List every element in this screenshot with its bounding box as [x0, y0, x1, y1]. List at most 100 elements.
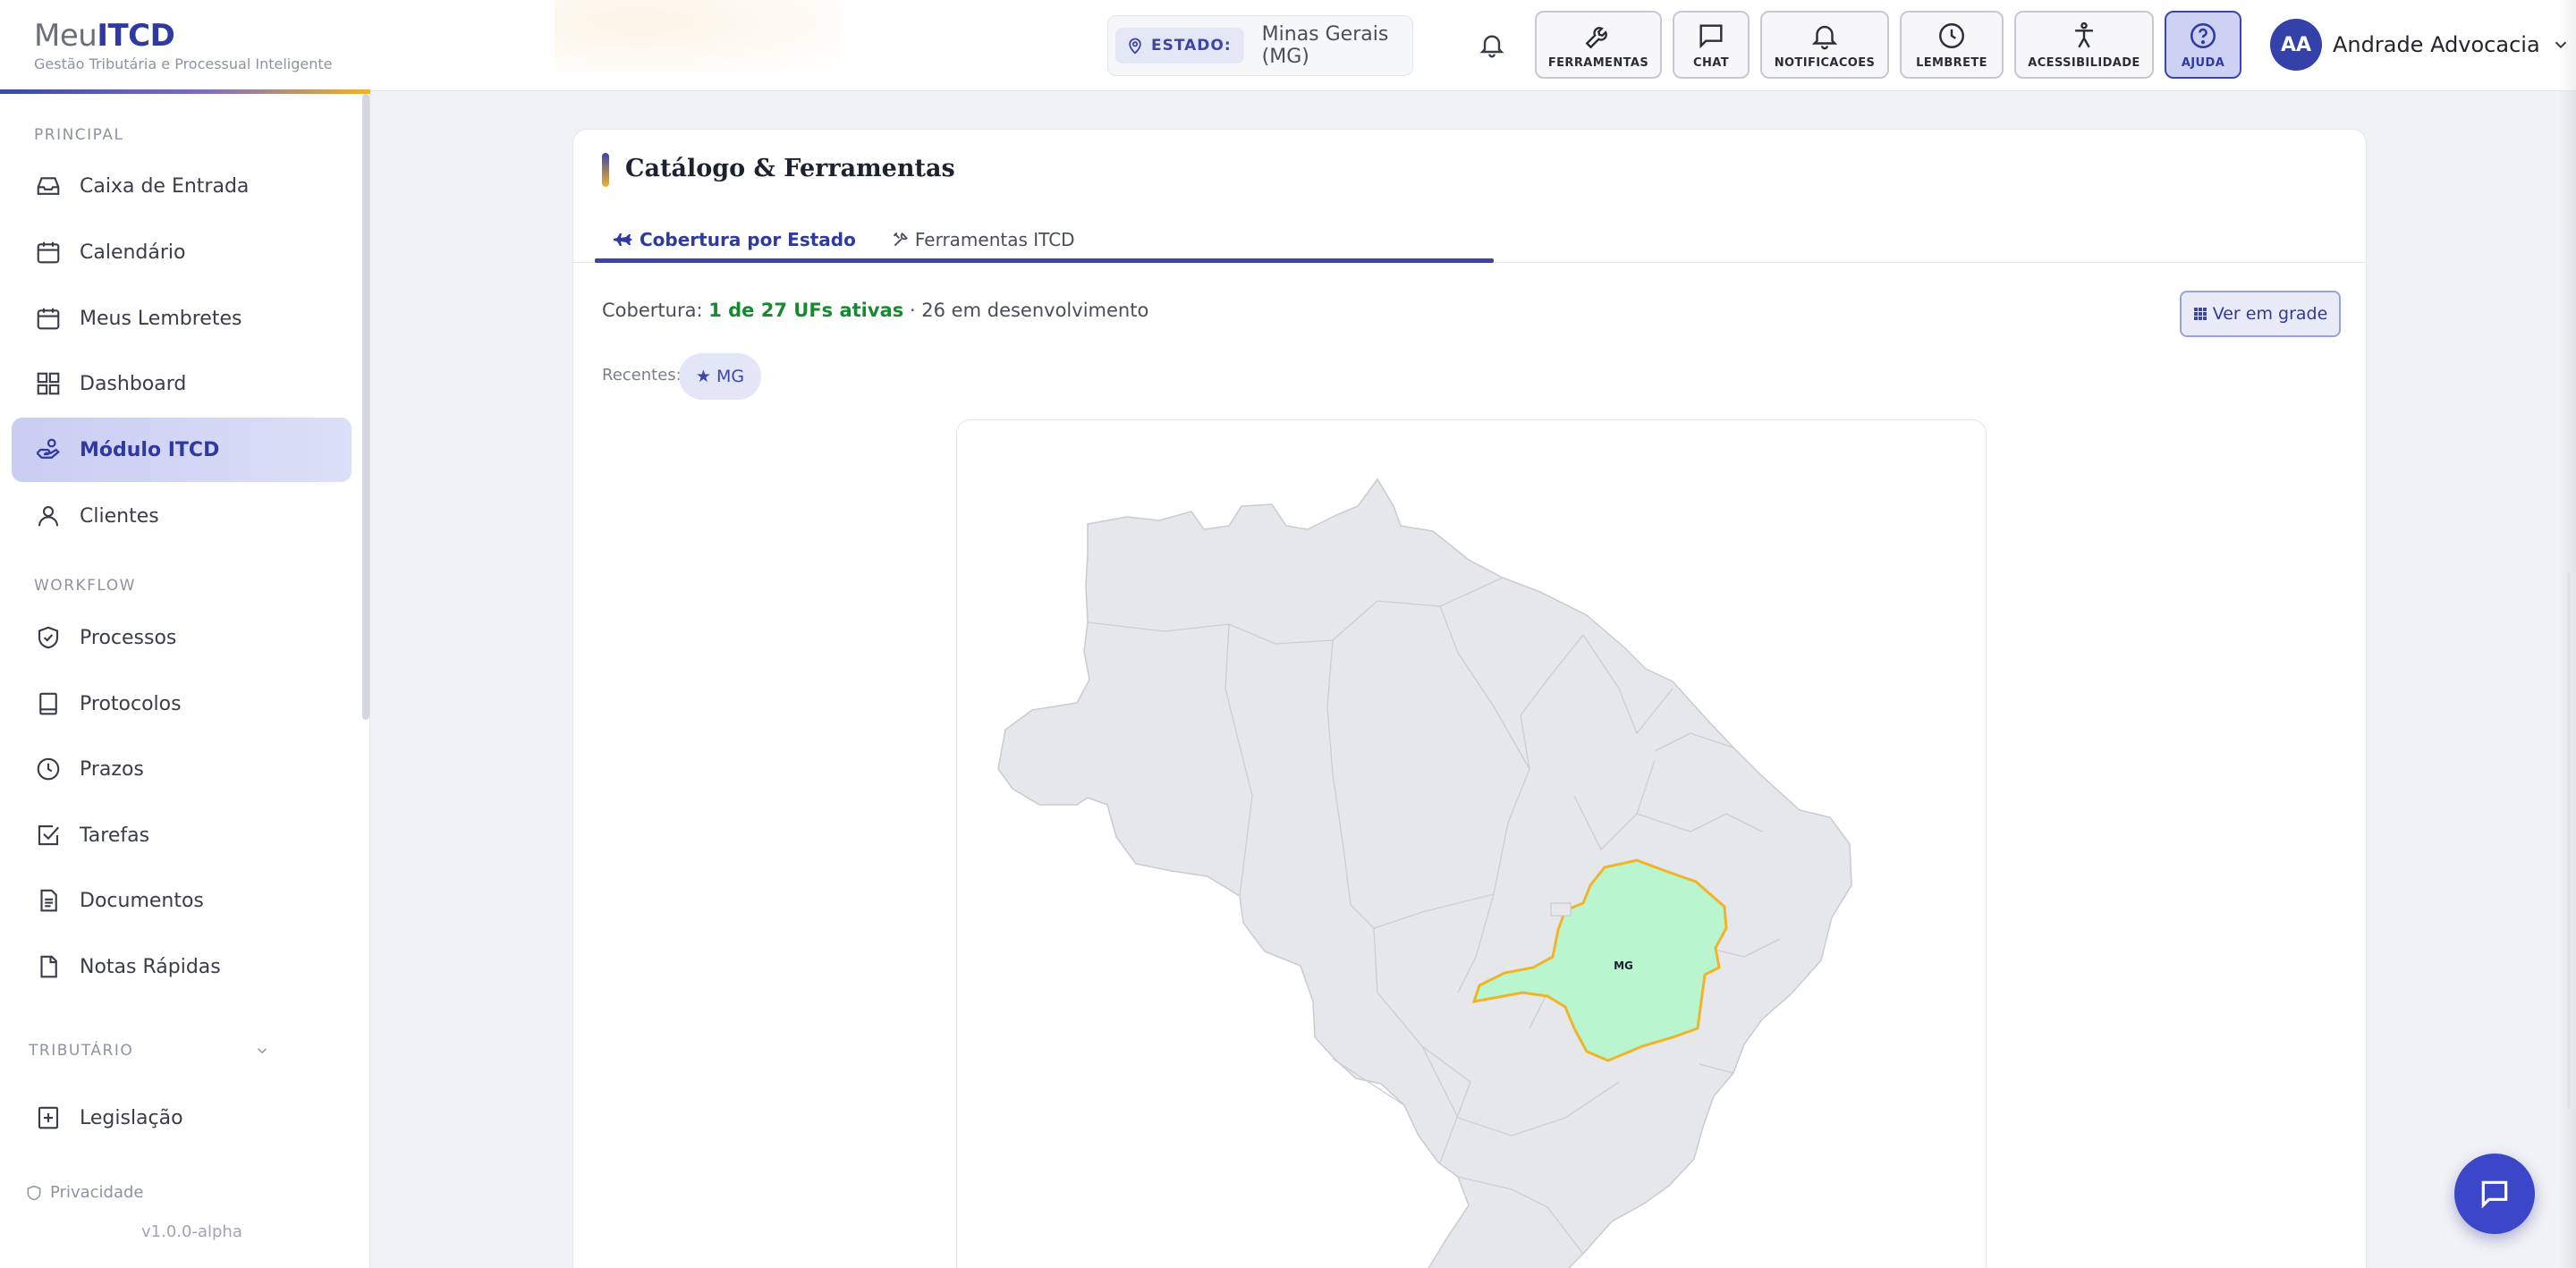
bell-icon: [1479, 35, 1504, 58]
sidebar-item-label: Meus Lembretes: [80, 307, 242, 330]
reminder-label: LEMBRETE: [1916, 55, 1987, 70]
user-icon: [38, 505, 59, 527]
recent-label: Recentes:: [602, 366, 682, 385]
privacy-link[interactable]: Privacidade: [25, 1183, 143, 1202]
chat-icon: [1699, 23, 1723, 48]
map-inactive-states: [997, 478, 1852, 1268]
tab-coverage-by-state[interactable]: Cobertura por Estado: [595, 217, 874, 262]
coverage-prefix: Cobertura:: [602, 300, 703, 321]
sidebar-item-clients[interactable]: Clientes: [12, 484, 352, 548]
sidebar-item-processes[interactable]: Processos: [12, 605, 352, 670]
map-state-df: [1550, 902, 1572, 917]
coverage-rest: · 26 em desenvolvimento: [909, 300, 1149, 321]
sidebar-item-dashboard[interactable]: Dashboard: [12, 351, 352, 416]
map-pin-icon: [1129, 38, 1141, 55]
sidebar-item-documents[interactable]: Documentos: [12, 868, 352, 933]
tab-label: Ferramentas ITCD: [914, 229, 1075, 250]
sidebar-item-inbox[interactable]: Caixa de Entrada: [12, 154, 352, 218]
plus-box-icon: [38, 1106, 59, 1129]
tab-label: Cobertura por Estado: [640, 229, 856, 250]
notifications-button[interactable]: NOTIFICACOES: [1760, 11, 1889, 79]
view-as-grid-button[interactable]: Ver em grade: [2180, 291, 2341, 337]
brazil-map: MG: [956, 419, 1987, 1268]
active-tab-indicator: [595, 258, 1494, 263]
sidebar-scrollbar[interactable]: [362, 94, 369, 720]
tools-button[interactable]: FERRAMENTAS: [1535, 11, 1662, 79]
coverage-active-count: 1 de 27 UFs ativas: [708, 300, 904, 321]
top-header: MeuITCD Gestão Tributária e Processual I…: [0, 0, 2576, 91]
state-label-chip: ESTADO:: [1115, 28, 1244, 63]
tools-icon: [893, 232, 908, 247]
logo-strong: ITCD: [97, 18, 175, 54]
tab-itcd-tools[interactable]: Ferramentas ITCD: [874, 217, 1093, 262]
sidebar-item-quick-notes[interactable]: Notas Rápidas: [12, 934, 352, 999]
state-selector[interactable]: ESTADO: Minas Gerais (MG): [1107, 15, 1413, 76]
recent-state-chip[interactable]: ★ MG: [679, 353, 761, 400]
sidebar-item-legislation[interactable]: Legislação: [12, 1086, 352, 1150]
sidebar-item-reminders[interactable]: Meus Lembretes: [12, 286, 352, 351]
book-icon: [39, 692, 57, 715]
grid-button-label: Ver em grade: [2212, 304, 2328, 324]
notification-bell-button[interactable]: [1474, 27, 1510, 63]
inbox-icon: [37, 177, 60, 195]
logo-subtitle: Gestão Tributária e Processual Inteligen…: [34, 55, 333, 72]
notifications-label: NOTIFICACOES: [1774, 55, 1876, 70]
help-icon: [2190, 22, 2216, 48]
help-button[interactable]: AJUDA: [2165, 11, 2241, 79]
section-principal: PRINCIPAL: [34, 126, 124, 144]
sidebar-item-deadlines[interactable]: Prazos: [12, 737, 352, 801]
card-title-accent: [602, 153, 609, 187]
tools-label: FERRAMENTAS: [1547, 55, 1649, 70]
airplane-icon: [614, 233, 632, 246]
grid-icon: [37, 372, 60, 395]
brazil-map-svg: MG: [997, 478, 1852, 1268]
sidebar-item-label: Prazos: [80, 757, 144, 781]
calendar-icon: [37, 308, 60, 330]
sidebar-item-protocols[interactable]: Protocolos: [12, 672, 352, 736]
sidebar-item-label: Tarefas: [80, 824, 150, 847]
chat-button[interactable]: CHAT: [1673, 11, 1750, 79]
note-icon: [40, 955, 57, 978]
wrench-icon: [1585, 26, 1607, 48]
clock-icon: [37, 757, 60, 781]
sidebar-item-itcd-module[interactable]: Módulo ITCD: [12, 418, 352, 482]
sidebar-item-label: Documentos: [80, 889, 204, 912]
accessibility-label: ACESSIBILIDADE: [2028, 55, 2140, 70]
document-icon: [40, 889, 57, 912]
sidebar: PRINCIPAL Caixa de Entrada Calendário Me…: [0, 94, 370, 1268]
map-label-mg: MG: [1614, 959, 1633, 972]
header-decoration: [555, 0, 841, 72]
accessibility-button[interactable]: ACESSIBILIDADE: [2014, 11, 2154, 79]
catalog-card: Catálogo & Ferramentas Cobertura por Est…: [572, 129, 2368, 1268]
chevron-down-icon: [257, 1048, 267, 1054]
logo-prefix: Meu: [34, 18, 97, 54]
user-menu[interactable]: AA Andrade Advocacia: [2270, 18, 2571, 72]
sidebar-item-label: Caixa de Entrada: [80, 174, 250, 198]
clock-icon: [1939, 22, 1964, 48]
sidebar-item-label: Módulo ITCD: [80, 438, 220, 461]
sidebar-item-label: Dashboard: [80, 372, 187, 395]
avatar: AA: [2270, 19, 2322, 71]
coverage-summary: Cobertura: 1 de 27 UFs ativas · 26 em de…: [602, 300, 1148, 321]
grid-icon: [2193, 308, 2207, 320]
chat-label: CHAT: [1693, 55, 1729, 70]
app-logo[interactable]: MeuITCD Gestão Tributária e Processual I…: [34, 18, 333, 72]
sidebar-item-calendar[interactable]: Calendário: [12, 220, 352, 284]
sidebar-item-tasks[interactable]: Tarefas: [12, 803, 352, 867]
calendar-icon: [37, 241, 60, 264]
shield-icon: [27, 1185, 41, 1200]
accessibility-icon: [2075, 21, 2093, 47]
page-scrollbar[interactable]: [2567, 572, 2571, 1109]
chat-fab-button[interactable]: [2454, 1154, 2535, 1234]
app-version: v1.0.0-alpha: [141, 1222, 242, 1241]
page-title: Catálogo & Ferramentas: [625, 155, 955, 182]
privacy-label: Privacidade: [50, 1183, 144, 1202]
section-tributario-toggle[interactable]: TRIBUTÁRIO: [29, 1042, 270, 1060]
sidebar-item-label: Processos: [80, 626, 177, 649]
checkbox-icon: [38, 824, 60, 846]
state-label: ESTADO:: [1151, 37, 1232, 55]
section-tributario: TRIBUTÁRIO: [29, 1042, 134, 1060]
reminder-button[interactable]: LEMBRETE: [1900, 11, 2004, 79]
sidebar-item-label: Legislação: [80, 1106, 183, 1129]
help-label: AJUDA: [2181, 55, 2225, 70]
